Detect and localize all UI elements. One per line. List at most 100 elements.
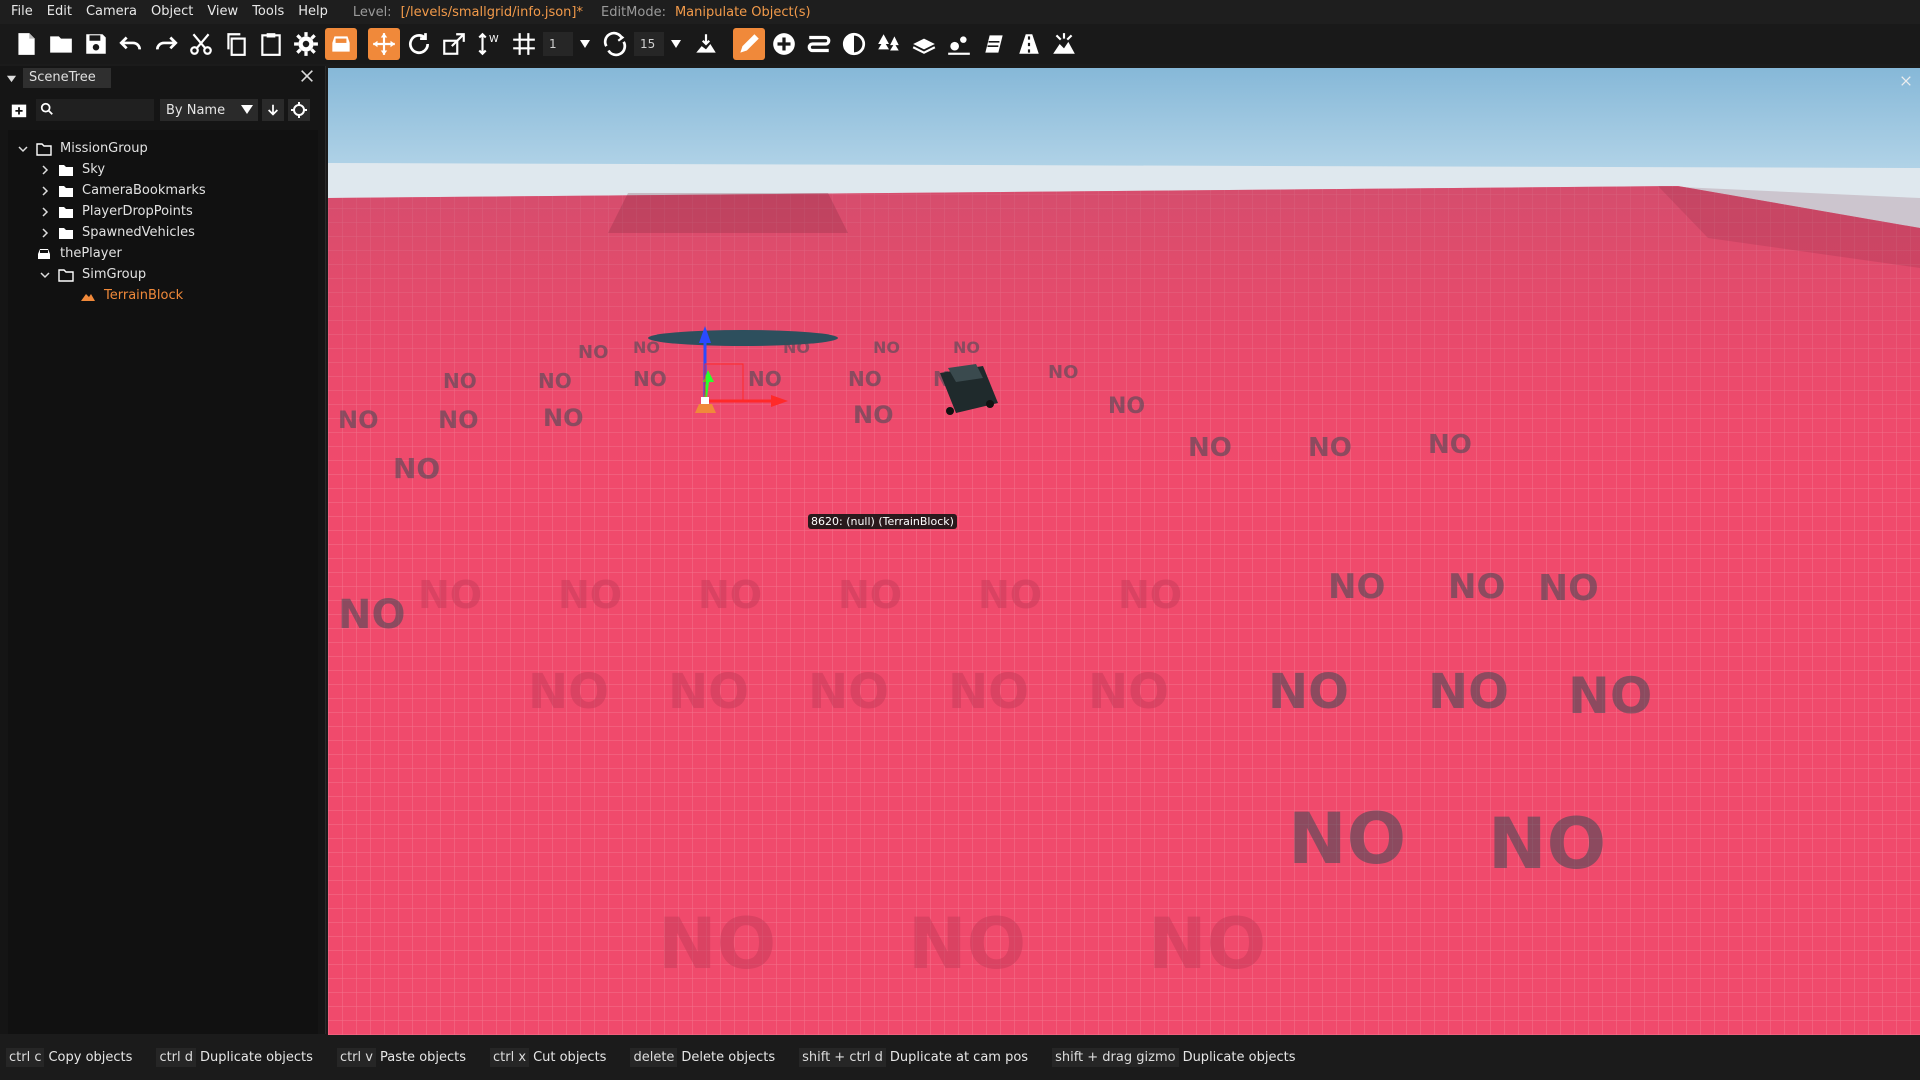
road-architect-icon[interactable] bbox=[1013, 28, 1045, 60]
chevron-right-icon[interactable] bbox=[38, 184, 52, 198]
sort-select-value: By Name bbox=[166, 102, 226, 118]
object-brush-icon[interactable] bbox=[943, 28, 975, 60]
shortcut-hint: shift + ctrl d Duplicate at cam pos bbox=[799, 1047, 1028, 1067]
tree-item-label: PlayerDropPoints bbox=[82, 204, 193, 219]
terrain-icon bbox=[80, 289, 96, 303]
menu-edit[interactable]: Edit bbox=[40, 0, 79, 24]
svg-text:NO: NO bbox=[633, 338, 660, 357]
river-tool-icon[interactable] bbox=[978, 28, 1010, 60]
chevron-down-icon[interactable] bbox=[575, 28, 595, 60]
terrain-tool-icon[interactable] bbox=[1048, 28, 1080, 60]
sort-select[interactable]: By Name bbox=[160, 99, 258, 121]
shortcut-key: delete bbox=[630, 1047, 678, 1067]
road-tool-icon[interactable] bbox=[803, 28, 835, 60]
svg-text:NO: NO bbox=[1048, 362, 1078, 383]
svg-text:NO: NO bbox=[1428, 664, 1509, 720]
chevron-right-icon[interactable] bbox=[38, 226, 52, 240]
grid-snap-icon[interactable] bbox=[508, 28, 540, 60]
tree-item-label: TerrainBlock bbox=[104, 288, 184, 303]
menu-camera[interactable]: Camera bbox=[79, 0, 144, 24]
rotate-gizmo-icon[interactable] bbox=[403, 28, 435, 60]
close-icon[interactable] bbox=[299, 68, 317, 86]
rotate-snap-icon[interactable] bbox=[599, 28, 631, 60]
terrain-snap-icon[interactable] bbox=[690, 28, 722, 60]
forest-tool-icon[interactable] bbox=[873, 28, 905, 60]
3d-viewport[interactable]: NO NO NO NO NO NO NO NO NO NO NO NO NO N… bbox=[328, 68, 1920, 1035]
world-local-toggle-icon[interactable]: W bbox=[473, 28, 505, 60]
sort-direction-icon[interactable] bbox=[262, 99, 284, 121]
tree-item-label: Sky bbox=[82, 162, 106, 177]
svg-text:NO: NO bbox=[698, 573, 762, 617]
pencil-edit-icon[interactable] bbox=[733, 28, 765, 60]
translate-gizmo-icon[interactable] bbox=[368, 28, 400, 60]
tree-item-terrainblock[interactable]: TerrainBlock bbox=[8, 285, 318, 306]
shortcut-label: Delete objects bbox=[681, 1049, 776, 1065]
undo-icon[interactable] bbox=[115, 28, 147, 60]
svg-text:NO: NO bbox=[1538, 568, 1599, 609]
tree-item-label: CameraBookmarks bbox=[82, 183, 206, 198]
grid-snap-input[interactable]: 1 bbox=[543, 32, 573, 56]
folder-icon bbox=[58, 268, 74, 282]
menu-tools[interactable]: Tools bbox=[245, 0, 291, 24]
shortcut-label: Duplicate objects bbox=[200, 1049, 313, 1065]
vehicle-icon[interactable] bbox=[325, 28, 357, 60]
paste-icon[interactable] bbox=[255, 28, 287, 60]
menu-view[interactable]: View bbox=[200, 0, 245, 24]
locate-target-icon[interactable] bbox=[288, 99, 310, 121]
shortcut-bar: ctrl c Copy objects ctrl d Duplicate object… bbox=[0, 1042, 1920, 1072]
svg-text:NO: NO bbox=[853, 401, 894, 429]
close-icon[interactable] bbox=[1900, 72, 1914, 86]
tree-item-label: SpawnedVehicles bbox=[82, 225, 195, 240]
svg-text:NO: NO bbox=[558, 573, 622, 617]
tree-item-camerabookmarks[interactable]: CameraBookmarks bbox=[8, 180, 318, 201]
svg-text:NO: NO bbox=[538, 369, 572, 393]
folder-icon bbox=[58, 205, 74, 219]
scale-gizmo-icon[interactable] bbox=[438, 28, 470, 60]
scenetree-list: MissionGroup Sky CameraBookmarks PlayerDrop… bbox=[8, 130, 318, 1034]
menu-object[interactable]: Object bbox=[144, 0, 200, 24]
chevron-down-icon[interactable] bbox=[38, 268, 52, 282]
add-object-icon[interactable] bbox=[768, 28, 800, 60]
svg-text:NO: NO bbox=[1308, 433, 1352, 463]
tree-item-sky[interactable]: Sky bbox=[8, 159, 318, 180]
tree-item-playerdroppoints[interactable]: PlayerDropPoints bbox=[8, 201, 318, 222]
tree-item-simgroup[interactable]: SimGroup bbox=[8, 264, 318, 285]
scene-render: NO NO NO NO NO NO NO NO NO NO NO NO NO N… bbox=[328, 68, 1920, 1035]
chevron-right-icon[interactable] bbox=[38, 163, 52, 177]
folder-icon bbox=[58, 163, 74, 177]
svg-text:NO: NO bbox=[1448, 567, 1505, 607]
collapse-triangle-icon[interactable] bbox=[6, 69, 17, 88]
svg-text:NO: NO bbox=[668, 664, 749, 720]
tree-item-missiongroup[interactable]: MissionGroup bbox=[8, 138, 318, 159]
svg-text:NO: NO bbox=[948, 664, 1029, 720]
svg-text:NO: NO bbox=[838, 573, 902, 617]
settings-gear-icon[interactable] bbox=[290, 28, 322, 60]
selected-object-label: 8620: (null) (TerrainBlock) bbox=[808, 514, 957, 529]
menu-file[interactable]: File bbox=[0, 0, 40, 24]
tree-item-spawnedvehicles[interactable]: SpawnedVehicles bbox=[8, 222, 318, 243]
redo-icon[interactable] bbox=[150, 28, 182, 60]
tree-item-label: SimGroup bbox=[82, 267, 147, 282]
cut-icon[interactable] bbox=[185, 28, 217, 60]
rotate-snap-input[interactable]: 15 bbox=[634, 32, 664, 56]
new-file-icon[interactable] bbox=[10, 28, 42, 60]
svg-text:NO: NO bbox=[1148, 903, 1266, 985]
svg-text:NO: NO bbox=[908, 903, 1026, 985]
search-input[interactable] bbox=[58, 103, 148, 117]
tree-item-theplayer[interactable]: thePlayer bbox=[8, 243, 318, 264]
copy-icon[interactable] bbox=[220, 28, 252, 60]
open-folder-icon[interactable] bbox=[45, 28, 77, 60]
menu-help[interactable]: Help bbox=[291, 0, 335, 24]
add-group-icon[interactable] bbox=[8, 99, 30, 121]
decal-tool-icon[interactable] bbox=[838, 28, 870, 60]
shortcut-key: shift + ctrl d bbox=[799, 1047, 886, 1067]
chevron-right-icon[interactable] bbox=[38, 205, 52, 219]
scenetree-tab[interactable]: SceneTree bbox=[23, 68, 111, 88]
folder-icon bbox=[58, 184, 74, 198]
chevron-down-icon bbox=[240, 102, 254, 120]
chevron-down-icon[interactable] bbox=[666, 28, 686, 60]
chevron-down-icon[interactable] bbox=[16, 142, 30, 156]
terrain-material-icon[interactable] bbox=[908, 28, 940, 60]
save-icon[interactable] bbox=[80, 28, 112, 60]
